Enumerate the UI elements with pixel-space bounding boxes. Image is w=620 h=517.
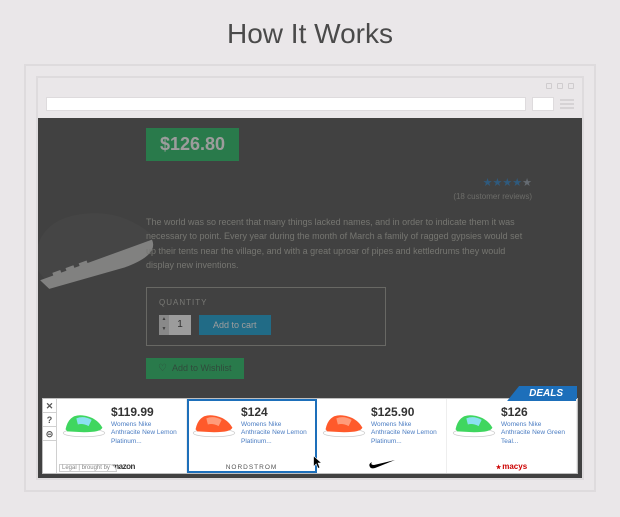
page-title: How It Works	[0, 0, 620, 64]
deal-price: $124	[241, 405, 312, 419]
window-dot	[546, 83, 552, 89]
deals-bar: DEALS ✕ ? ⊝ $119.99 Womens Nike Anthraci…	[42, 398, 578, 474]
wishlist-label: Add to Wishlist	[172, 363, 232, 373]
deal-card[interactable]: $125.90 Womens Nike Anthracite New Lemon…	[317, 399, 447, 473]
browser-window-controls	[38, 78, 582, 96]
vendor-logo-nordstrom: NORDSTROM	[187, 464, 316, 471]
deals-list: $119.99 Womens Nike Anthracite New Lemon…	[57, 399, 577, 473]
deal-price: $126	[501, 405, 572, 419]
deal-thumb	[451, 405, 497, 441]
heart-icon: ♡	[158, 363, 167, 374]
deal-thumb	[191, 405, 237, 441]
star-rating: ★★★★★	[483, 177, 532, 189]
quantity-box: QUANTITY ▲ ▼ 1 Add to cart	[146, 287, 386, 346]
hamburger-icon[interactable]	[560, 99, 574, 109]
deal-info: $126 Womens Nike Anthracite New Green Te…	[501, 405, 572, 469]
deal-info: $124 Womens Nike Anthracite New Lemon Pl…	[241, 405, 312, 469]
deal-price: $119.99	[111, 405, 182, 419]
viewport: $126.80 ★★★★★ (18 customer reviews) The …	[38, 118, 582, 478]
go-button[interactable]	[532, 97, 554, 111]
price-badge: $126.80	[146, 128, 239, 161]
deal-card[interactable]: $124 Womens Nike Anthracite New Lemon Pl…	[187, 399, 317, 473]
window-dot	[557, 83, 563, 89]
deal-card[interactable]: $119.99 Womens Nike Anthracite New Lemon…	[57, 399, 187, 473]
deal-thumb	[61, 405, 107, 441]
deals-controls: ✕ ? ⊝	[43, 399, 57, 473]
deal-price: $125.90	[371, 405, 442, 419]
settings-icon[interactable]: ⊝	[43, 427, 56, 441]
deal-thumb	[321, 405, 367, 441]
deal-title[interactable]: Womens Nike Anthracite New Lemon Platinu…	[371, 421, 442, 446]
deal-title[interactable]: Womens Nike Anthracite New Lemon Platinu…	[111, 421, 182, 446]
add-to-cart-button[interactable]: Add to cart	[199, 315, 271, 335]
qty-up-icon[interactable]: ▲	[159, 315, 169, 325]
product-description: The world was so recent that many things…	[146, 215, 532, 273]
browser-toolbar	[38, 96, 582, 118]
close-icon[interactable]: ✕	[43, 399, 56, 413]
quantity-value: 1	[169, 315, 191, 335]
legal-text[interactable]: Legal | brought by	[59, 464, 117, 472]
window-dot	[568, 83, 574, 89]
qty-down-icon[interactable]: ▼	[159, 325, 169, 335]
vendor-logo-nike	[317, 459, 446, 471]
reviews-count[interactable]: (18 customer reviews)	[146, 192, 532, 201]
quantity-label: QUANTITY	[159, 298, 373, 307]
product-details: $126.80 ★★★★★ (18 customer reviews) The …	[146, 118, 542, 379]
add-to-wishlist-button[interactable]: ♡ Add to Wishlist	[146, 358, 244, 379]
vendor-logo-macys: macys	[447, 462, 576, 471]
outer-frame: $126.80 ★★★★★ (18 customer reviews) The …	[24, 64, 596, 492]
deal-title[interactable]: Womens Nike Anthracite New Green Teal...	[501, 421, 572, 446]
quantity-stepper[interactable]: ▲ ▼ 1	[159, 315, 191, 335]
rating-row: ★★★★★ (18 customer reviews)	[146, 173, 542, 201]
browser-mockup: $126.80 ★★★★★ (18 customer reviews) The …	[36, 76, 584, 480]
help-icon[interactable]: ?	[43, 413, 56, 427]
url-bar[interactable]	[46, 97, 526, 111]
deal-title[interactable]: Womens Nike Anthracite New Lemon Platinu…	[241, 421, 312, 446]
deal-info: $119.99 Womens Nike Anthracite New Lemon…	[111, 405, 182, 469]
deal-card[interactable]: $126 Womens Nike Anthracite New Green Te…	[447, 399, 577, 473]
